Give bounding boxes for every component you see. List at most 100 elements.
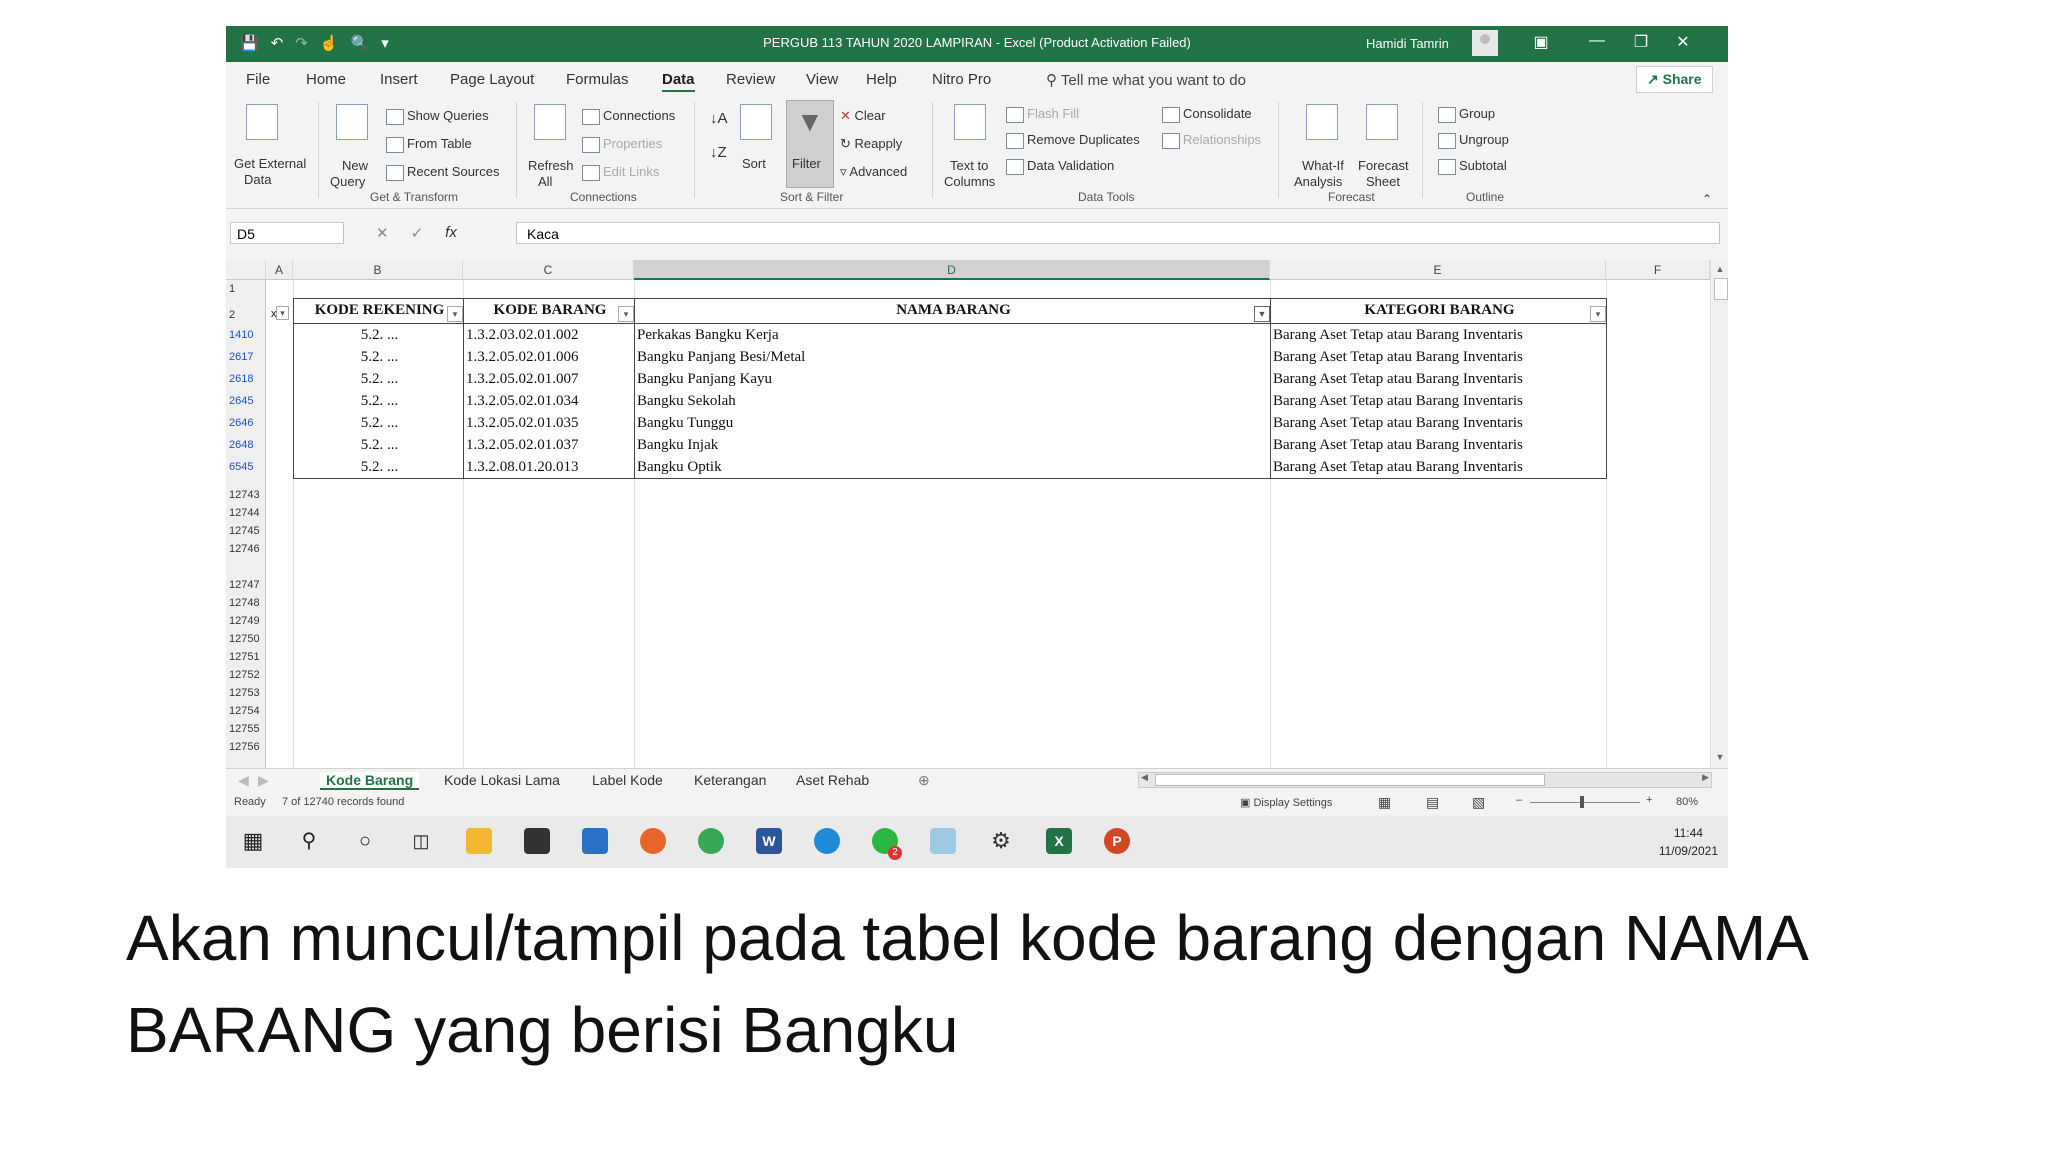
- scroll-down-icon[interactable]: ▼: [1713, 750, 1727, 764]
- from-table-button[interactable]: From Table: [386, 136, 472, 153]
- minimize-icon[interactable]: —: [1582, 32, 1612, 50]
- row-header[interactable]: 12743: [229, 486, 265, 504]
- share-button[interactable]: ↗ Share: [1636, 66, 1713, 93]
- edit-links-button[interactable]: Edit Links: [582, 164, 659, 181]
- firefox-icon[interactable]: [640, 828, 666, 854]
- row-header[interactable]: 12755: [229, 720, 265, 738]
- page-layout-view-icon[interactable]: ▤: [1426, 794, 1439, 811]
- advanced-button[interactable]: ▿ Advanced: [840, 164, 907, 180]
- show-queries-button[interactable]: Show Queries: [386, 108, 489, 125]
- cell-kode-rekening[interactable]: 5.2. ...: [293, 324, 463, 346]
- cell-kode-rekening[interactable]: 5.2. ...: [293, 456, 463, 478]
- tab-file[interactable]: File: [246, 71, 270, 88]
- tab-page-layout[interactable]: Page Layout: [450, 71, 534, 88]
- column-header-f[interactable]: F: [1606, 260, 1710, 280]
- filter-button[interactable]: Filter: [792, 156, 821, 171]
- zoom-in-icon[interactable]: +: [1646, 794, 1652, 806]
- remove-duplicates-button[interactable]: Remove Duplicates: [1006, 132, 1140, 149]
- cell-kode-barang[interactable]: 1.3.2.08.01.20.013: [463, 456, 634, 478]
- cell-nama-barang[interactable]: Bangku Injak: [634, 434, 1270, 456]
- tell-me-box[interactable]: ⚲ Tell me what you want to do: [1046, 71, 1246, 89]
- powerpoint-icon[interactable]: P: [1104, 828, 1130, 854]
- zoom-slider-thumb[interactable]: [1580, 796, 1584, 808]
- row-header[interactable]: 12754: [229, 702, 265, 720]
- refresh-all-button[interactable]: Refresh: [528, 158, 574, 173]
- column-header-d[interactable]: D: [634, 260, 1270, 280]
- tab-data[interactable]: Data: [662, 71, 695, 92]
- row-header[interactable]: 1: [226, 280, 266, 298]
- zoom-slider[interactable]: [1530, 802, 1640, 803]
- relationships-button[interactable]: Relationships: [1162, 132, 1261, 149]
- normal-view-icon[interactable]: ▦: [1378, 794, 1391, 811]
- add-sheet-icon[interactable]: ⊕: [918, 772, 930, 789]
- restore-icon[interactable]: ❐: [1626, 32, 1656, 52]
- cell-kode-barang[interactable]: 1.3.2.05.02.01.034: [463, 390, 634, 412]
- cell-kode-barang[interactable]: 1.3.2.05.02.01.035: [463, 412, 634, 434]
- windows-start-icon[interactable]: ▦: [240, 828, 266, 854]
- sheet-tab-label-kode[interactable]: Label Kode: [592, 772, 663, 788]
- enter-icon[interactable]: ✓: [411, 224, 424, 242]
- subtotal-button[interactable]: Subtotal: [1438, 158, 1507, 175]
- word-icon[interactable]: W: [756, 828, 782, 854]
- row-header[interactable]: 2648: [226, 434, 266, 456]
- column-header-a[interactable]: A: [266, 260, 293, 280]
- filter-dropdown-a[interactable]: ▾: [276, 306, 289, 320]
- cell-kategori-barang[interactable]: Barang Aset Tetap atau Barang Inventaris: [1270, 434, 1606, 456]
- ungroup-button[interactable]: Ungroup: [1438, 132, 1509, 149]
- filter-applied-icon[interactable]: ▼: [1254, 306, 1270, 322]
- row-header[interactable]: 1410: [226, 324, 266, 346]
- formula-input[interactable]: Kaca: [516, 222, 1720, 244]
- cell-nama-barang[interactable]: Bangku Panjang Kayu: [634, 368, 1270, 390]
- row-header[interactable]: 6545: [226, 456, 266, 478]
- cell-nama-barang[interactable]: Bangku Tunggu: [634, 412, 1270, 434]
- column-header-b[interactable]: B: [293, 260, 463, 280]
- collapse-ribbon-icon[interactable]: ⌃: [1702, 192, 1712, 206]
- what-if-analysis-button[interactable]: What-If: [1302, 158, 1344, 173]
- row-header[interactable]: 12748: [229, 594, 265, 612]
- store-icon[interactable]: [524, 828, 550, 854]
- zoom-level[interactable]: 80%: [1676, 796, 1698, 808]
- sheet-tab-keterangan[interactable]: Keterangan: [694, 772, 766, 788]
- data-validation-button[interactable]: Data Validation: [1006, 158, 1114, 175]
- cell-kategori-barang[interactable]: Barang Aset Tetap atau Barang Inventaris: [1270, 390, 1606, 412]
- row-header[interactable]: 2617: [226, 346, 266, 368]
- sort-za-icon[interactable]: ↓Z: [710, 144, 727, 161]
- row-header[interactable]: 12752: [229, 666, 265, 684]
- tab-help[interactable]: Help: [866, 71, 897, 88]
- fx-icon[interactable]: fx: [445, 224, 457, 242]
- filter-dropdown-e[interactable]: ▾: [1590, 306, 1606, 322]
- cell-kode-rekening[interactable]: 5.2. ...: [293, 434, 463, 456]
- file-explorer-icon[interactable]: [466, 828, 492, 854]
- row-header[interactable]: 12756: [229, 738, 265, 756]
- display-settings-button[interactable]: ▣ Display Settings: [1240, 796, 1332, 809]
- name-box[interactable]: D5: [230, 222, 344, 244]
- sheet-tab-kode-lokasi-lama[interactable]: Kode Lokasi Lama: [444, 772, 560, 788]
- sort-az-icon[interactable]: ↓A: [710, 110, 728, 127]
- column-header-e[interactable]: E: [1270, 260, 1606, 280]
- cell-kode-barang[interactable]: 1.3.2.03.02.01.002: [463, 324, 634, 346]
- system-clock[interactable]: 11:44 11/09/2021: [1659, 824, 1718, 860]
- reapply-button[interactable]: ↻ Reapply: [840, 136, 902, 152]
- cell-kode-rekening[interactable]: 5.2. ...: [293, 368, 463, 390]
- group-button[interactable]: Group: [1438, 106, 1495, 123]
- worksheet-grid[interactable]: A B C D E F 1 2 1410 2617 2618 2645 2646…: [226, 260, 1728, 784]
- column-header-c[interactable]: C: [463, 260, 634, 280]
- cancel-icon[interactable]: ✕: [376, 224, 389, 242]
- cell-nama-barang[interactable]: Bangku Panjang Besi/Metal: [634, 346, 1270, 368]
- filter-dropdown-b[interactable]: ▾: [447, 306, 463, 322]
- task-view-icon[interactable]: ◫: [408, 828, 434, 854]
- properties-button[interactable]: Properties: [582, 136, 662, 153]
- text-to-columns-button[interactable]: Text to: [950, 158, 988, 173]
- row-header[interactable]: 2646: [226, 412, 266, 434]
- cell-kategori-barang[interactable]: Barang Aset Tetap atau Barang Inventaris: [1270, 412, 1606, 434]
- ribbon-display-icon[interactable]: ▣: [1526, 32, 1556, 52]
- sheet-tab-aset-rehab[interactable]: Aset Rehab: [796, 772, 869, 788]
- row-header[interactable]: 12751: [229, 648, 265, 666]
- cell-kode-rekening[interactable]: 5.2. ...: [293, 412, 463, 434]
- cell-nama-barang[interactable]: Bangku Optik: [634, 456, 1270, 478]
- cell-kode-rekening[interactable]: 5.2. ...: [293, 390, 463, 412]
- app-icon[interactable]: [930, 828, 956, 854]
- cortana-icon[interactable]: ○: [352, 828, 378, 854]
- consolidate-button[interactable]: Consolidate: [1162, 106, 1252, 123]
- user-name[interactable]: Hamidi Tamrin: [1366, 36, 1449, 51]
